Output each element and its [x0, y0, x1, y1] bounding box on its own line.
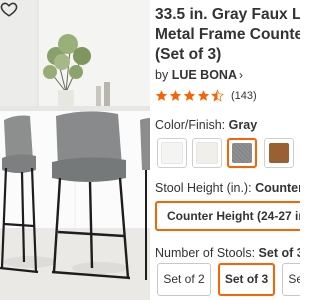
swatch-gray[interactable]: [227, 138, 257, 168]
star-full-icon: [183, 90, 196, 101]
stool-height-selected: Counter Height (24-27 in.): [255, 181, 300, 195]
star-full-icon: [155, 90, 168, 101]
product-details-panel: 33.5 in. Gray Faux Leather Metal Frame C…: [155, 0, 300, 300]
swatch-cream[interactable]: [192, 138, 222, 168]
option-set-of-2[interactable]: Set of 2: [157, 263, 211, 296]
swatch-gray-chip: [232, 143, 252, 163]
review-count[interactable]: (143): [231, 90, 257, 102]
stool-height-option-counter[interactable]: Counter Height (24-27 in.): [155, 201, 300, 231]
heart-outline-icon[interactable]: [0, 0, 18, 18]
color-finish-label: Color/Finish: Gray: [155, 118, 258, 132]
brand-link[interactable]: LUE BONA: [172, 68, 237, 82]
rating-summary[interactable]: (143): [155, 89, 257, 102]
by-prefix: by: [155, 68, 169, 82]
chevron-right-icon[interactable]: ›: [239, 68, 243, 82]
swatch-brown-chip: [269, 143, 289, 163]
swatch-brown[interactable]: [264, 138, 294, 168]
color-finish-selected: Gray: [228, 118, 258, 132]
swatch-white[interactable]: [157, 138, 187, 168]
star-half-icon: [211, 89, 224, 102]
swatch-cream-chip: [196, 142, 218, 164]
number-of-stools-selected: Set of 3: [258, 246, 300, 260]
star-full-icon: [169, 90, 182, 101]
option-set-of-3[interactable]: Set of 3: [218, 263, 275, 296]
stool-height-label: Stool Height (in.): Counter Height (24-2…: [155, 181, 300, 195]
product-image[interactable]: [0, 0, 150, 300]
star-full-icon: [197, 90, 210, 101]
number-of-stools-label: Number of Stools: Set of 3: [155, 246, 300, 260]
brand-line: by LUE BONA ›: [155, 68, 243, 82]
option-set-of-4[interactable]: Set of 4: [282, 263, 300, 296]
product-photo-illustration: [0, 0, 150, 300]
product-title: 33.5 in. Gray Faux Leather Metal Frame C…: [155, 6, 300, 63]
swatch-white-chip: [161, 142, 183, 164]
